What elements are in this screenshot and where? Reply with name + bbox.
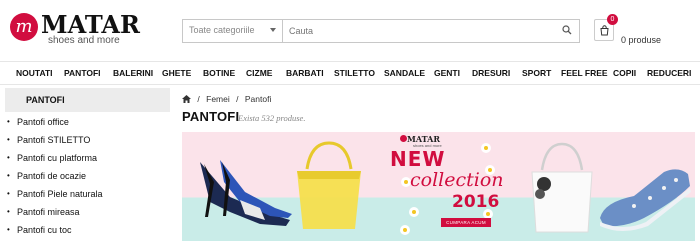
search-input[interactable] [284,20,554,42]
promo-banner[interactable]: MATAR shoes and more NEW collection 2016… [182,132,695,241]
breadcrumb-item-femei[interactable]: Femei [206,94,230,104]
logo-tagline: shoes and more [48,35,120,46]
cart-summary[interactable]: 0 produse [621,35,661,45]
nav-item-feel-free[interactable]: FEEL FREE [561,68,608,78]
nav-item-sandale[interactable]: SANDALE [384,68,425,78]
sidebar-item-pantofi-stiletto[interactable]: • Pantofi STILETTO [5,132,170,150]
banner-year-text: 2016 [452,192,500,212]
breadcrumb-item-pantofi: Pantofi [244,94,272,104]
sidebar-item-pantofi-mireasa[interactable]: • Pantofi mireasa [5,204,170,222]
page-title: PANTOFI [182,109,240,124]
stiletto-shoe-image [200,160,292,226]
sidebar-heading: PANTOFI [5,88,170,112]
search-bar: Toate categoriile [182,19,580,43]
home-icon [182,95,191,103]
yellow-bag-image [297,141,361,229]
breadcrumb-separator: / [236,94,239,104]
sidebar-item-pantofi-ocazie[interactable]: • Pantofi de ocazie [5,168,170,186]
breadcrumb-home[interactable] [182,94,191,104]
breadcrumb-separator: / [197,94,200,104]
logo[interactable]: m MATAR shoes and more [10,10,150,48]
nav-item-dresuri[interactable]: DRESURI [472,68,510,78]
product-count: Exista 532 produse. [238,113,306,123]
sidebar-item-pantofi-office[interactable]: • Pantofi office [5,114,170,132]
nav-item-cizme[interactable]: CIZME [246,68,272,78]
banner-new-text: NEW [390,147,446,171]
sidebar-item-pantofi-toc[interactable]: • Pantofi cu toc [5,222,170,240]
cart-count-badge: 0 [607,14,618,25]
nav-item-ghete[interactable]: GHETE [162,68,191,78]
nav-item-balerini[interactable]: BALERINI [113,68,153,78]
logo-mark: m [10,13,38,41]
nav-item-sport[interactable]: SPORT [522,68,551,78]
denim-sneaker-image [600,169,691,231]
breadcrumb: / Femei / Pantofi [182,94,275,104]
category-select[interactable]: Toate categoriile [183,20,283,42]
nav-item-noutati[interactable]: NOUTATI [16,68,53,78]
sidebar-item-pantofi-piele[interactable]: • Pantofi Piele naturala [5,186,170,204]
nav-item-pantofi[interactable]: PANTOFI [64,68,101,78]
nav-item-stiletto[interactable]: STILETTO [334,68,375,78]
nav-item-genti[interactable]: GENTI [434,68,460,78]
shop-now-button[interactable]: CUMPARA ACUM [441,218,491,227]
nav-item-reduceri[interactable]: REDUCERI [647,68,691,78]
search-button[interactable] [555,20,579,42]
nav-item-botine[interactable]: BOTINE [203,68,235,78]
category-select-value: Toate categoriile [189,25,255,35]
nav-item-barbati[interactable]: BARBATI [286,68,324,78]
header: m MATAR shoes and more Toate categoriile… [0,0,700,58]
search-icon [562,25,572,35]
main-nav: NOUTATI PANTOFI BALERINI GHETE BOTINE CI… [0,61,700,85]
banner-logo-mark [400,135,407,142]
sidebar-heading-label: PANTOFI [26,95,65,105]
cart-icon [600,25,609,36]
chevron-down-icon [270,28,276,32]
sidebar-item-pantofi-platforma[interactable]: • Pantofi cu platforma [5,150,170,168]
nav-item-copii[interactable]: COPII [613,68,636,78]
banner-collection-text: collection [410,169,504,191]
white-bag-image [531,142,593,233]
cart[interactable]: 0 0 produse [594,14,694,45]
